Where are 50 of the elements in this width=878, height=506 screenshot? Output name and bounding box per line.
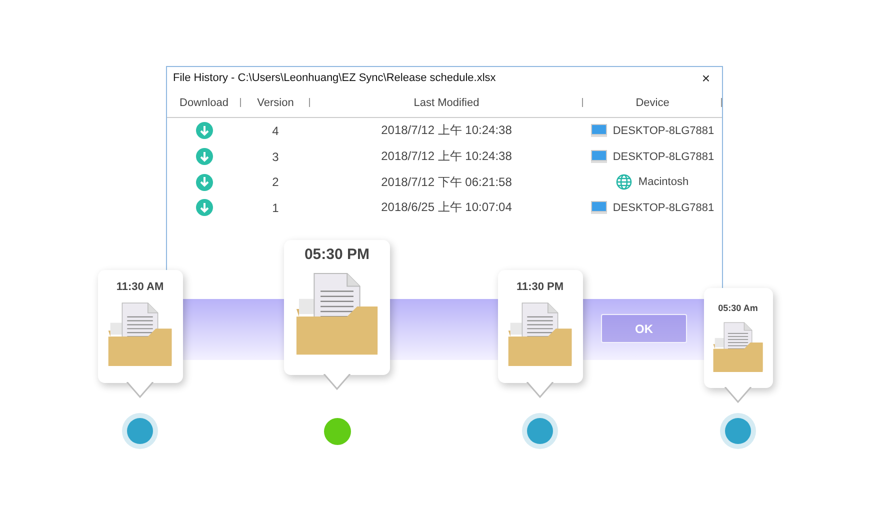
- folder-document-icon: [296, 271, 378, 355]
- device-name: DESKTOP-8LG7881: [612, 150, 714, 163]
- column-header[interactable]: Last Modified: [310, 96, 583, 110]
- card-pointer: [126, 382, 154, 398]
- download-button[interactable]: [196, 174, 212, 191]
- download-button[interactable]: [196, 148, 212, 166]
- timeline-card[interactable]: 05:30 PM: [284, 240, 390, 375]
- device-name: DESKTOP-8LG7881: [612, 124, 714, 137]
- down-arrow-icon: [200, 126, 208, 136]
- timeline-dot[interactable]: [725, 418, 751, 444]
- device-name: DESKTOP-8LG7881: [612, 202, 714, 214]
- timeline-dot[interactable]: [527, 418, 553, 444]
- folder-document-icon: [108, 301, 172, 366]
- monitor-icon: [590, 201, 607, 214]
- column-header[interactable]: Download: [167, 96, 241, 110]
- monitor-icon: [590, 124, 607, 138]
- modified-cell-text: 2018/6/25 上午 10:07:04: [380, 199, 513, 216]
- folder-document-icon: [508, 301, 572, 366]
- timeline-card[interactable]: 11:30 PM: [498, 270, 582, 383]
- column-header[interactable]: Version: [241, 96, 310, 110]
- window-title: File History - C:\Users\Leonhuang\EZ Sync\Release schedule.xlsx: [173, 72, 496, 84]
- timeline-card[interactable]: 05:30 Am: [704, 288, 772, 388]
- card-pointer: [323, 374, 351, 390]
- device-name: Macintosh: [638, 176, 689, 188]
- monitor-icon: [590, 150, 607, 164]
- time-label: 11:30 AM: [116, 281, 164, 293]
- timeline-dot[interactable]: [324, 418, 350, 445]
- modified-cell-text: 2018/7/12 上午 10:24:38: [380, 148, 513, 166]
- timeline-dot[interactable]: [127, 418, 153, 444]
- download-button[interactable]: [196, 122, 212, 140]
- version-cell-text: 4: [271, 124, 280, 138]
- version-cell-text: 1: [271, 200, 280, 215]
- time-label: 05:30 Am: [718, 303, 758, 313]
- modified-cell-text: 2018/7/12 上午 10:24:38: [380, 122, 513, 140]
- download-button[interactable]: [196, 199, 212, 216]
- card-pointer: [724, 387, 752, 404]
- timeline-card[interactable]: 11:30 AM: [98, 270, 182, 383]
- globe-icon: [616, 174, 632, 190]
- modified-cell-text: 2018/7/12 下午 06:21:58: [380, 174, 513, 191]
- down-arrow-icon: [200, 202, 208, 213]
- close-button[interactable]: ×: [698, 70, 714, 86]
- time-label: 11:30 PM: [516, 281, 564, 293]
- column-header[interactable]: Device: [583, 96, 722, 110]
- time-label: 05:30 PM: [304, 246, 370, 263]
- card-pointer: [526, 382, 554, 398]
- folder-document-icon: [713, 321, 763, 372]
- down-arrow-icon: [200, 152, 208, 162]
- version-cell-text: 3: [271, 150, 280, 164]
- down-arrow-icon: [200, 177, 208, 188]
- version-cell-text: 2: [271, 175, 280, 190]
